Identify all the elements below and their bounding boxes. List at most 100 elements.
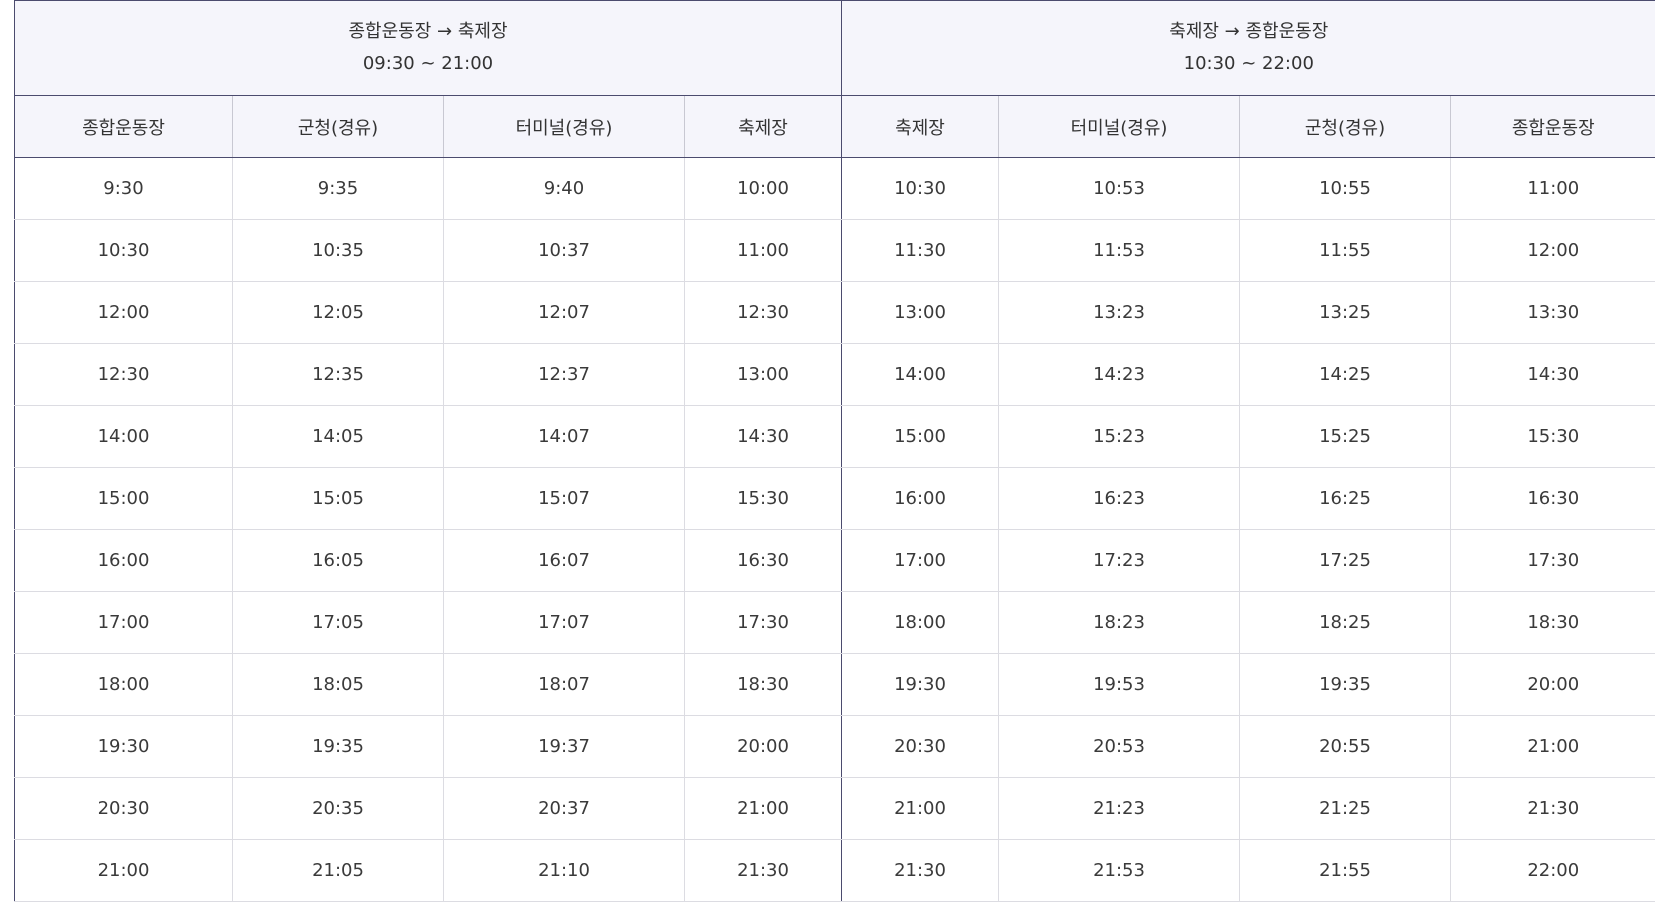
table-row: 20:30 20:35 20:37 21:00 21:00 21:23 21:25 21:30 <box>14 777 1655 840</box>
time-cell: 21:53 <box>998 839 1240 902</box>
time-cell: 20:00 <box>1450 653 1655 716</box>
direction-title: 종합운동장 → 축제장 <box>348 21 508 42</box>
time-cell: 17:05 <box>232 591 444 654</box>
time-cell: 16:25 <box>1239 467 1451 530</box>
time-cell: 19:35 <box>232 715 444 778</box>
time-cell: 14:25 <box>1239 343 1451 406</box>
time-cell: 13:00 <box>683 343 842 406</box>
direction-header-return: 축제장 → 종합운동장 10:30 ~ 22:00 <box>841 0 1655 96</box>
time-cell: 13:23 <box>998 281 1240 344</box>
table-row: 21:00 21:05 21:10 21:30 21:30 21:53 21:55 22:00 <box>14 839 1655 902</box>
time-cell: 10:55 <box>1239 157 1451 220</box>
column-header-row: 종합운동장 군청(경유) 터미널(경유) 축제장 축제장 터미널(경유) 군청(… <box>14 95 1655 158</box>
table-row: 17:00 17:05 17:07 17:30 18:00 18:23 18:25 18:30 <box>14 591 1655 654</box>
direction-title: 축제장 → 종합운동장 <box>1169 21 1329 42</box>
time-cell: 20:35 <box>232 777 444 840</box>
time-cell: 22:00 <box>1450 839 1655 902</box>
table-row: 15:00 15:05 15:07 15:30 16:00 16:23 16:25 16:30 <box>14 467 1655 530</box>
time-cell: 18:00 <box>841 591 999 654</box>
time-cell: 14:23 <box>998 343 1240 406</box>
time-cell: 21:00 <box>14 839 233 902</box>
table-row: 18:00 18:05 18:07 18:30 19:30 19:53 19:35 20:00 <box>14 653 1655 716</box>
time-cell: 13:00 <box>841 281 999 344</box>
time-cell: 18:30 <box>1450 591 1655 654</box>
shuttle-timetable-container: 종합운동장 → 축제장 09:30 ~ 21:00 축제장 → 종합운동장 10… <box>13 0 1655 902</box>
time-cell: 10:00 <box>683 157 842 220</box>
time-cell: 9:40 <box>443 157 685 220</box>
time-cell: 21:00 <box>841 777 999 840</box>
table-row: 12:30 12:35 12:37 13:00 14:00 14:23 14:25 14:30 <box>14 343 1655 406</box>
time-cell: 20:53 <box>998 715 1240 778</box>
column-header: 종합운동장 <box>1450 95 1655 158</box>
time-cell: 11:00 <box>1450 157 1655 220</box>
time-cell: 18:30 <box>683 653 842 716</box>
table-row: 19:30 19:35 19:37 20:00 20:30 20:53 20:55 21:00 <box>14 715 1655 778</box>
direction-time-range: 09:30 ~ 21:00 <box>362 53 494 74</box>
time-cell: 17:25 <box>1239 529 1451 592</box>
time-cell: 9:30 <box>14 157 233 220</box>
time-cell: 18:07 <box>443 653 685 716</box>
column-header: 축제장 <box>841 95 999 158</box>
time-cell: 12:35 <box>232 343 444 406</box>
time-cell: 12:00 <box>1450 219 1655 282</box>
time-cell: 19:30 <box>841 653 999 716</box>
time-cell: 17:30 <box>1450 529 1655 592</box>
time-cell: 15:23 <box>998 405 1240 468</box>
time-cell: 21:30 <box>841 839 999 902</box>
time-cell: 20:37 <box>443 777 685 840</box>
column-header: 터미널(경유) <box>443 95 685 158</box>
time-cell: 20:55 <box>1239 715 1451 778</box>
time-cell: 19:30 <box>14 715 233 778</box>
time-cell: 14:00 <box>14 405 233 468</box>
time-cell: 19:37 <box>443 715 685 778</box>
time-cell: 18:25 <box>1239 591 1451 654</box>
time-cell: 10:35 <box>232 219 444 282</box>
time-cell: 10:37 <box>443 219 685 282</box>
time-cell: 11:30 <box>841 219 999 282</box>
column-header: 터미널(경유) <box>998 95 1240 158</box>
time-cell: 21:00 <box>1450 715 1655 778</box>
time-cell: 16:00 <box>841 467 999 530</box>
time-cell: 11:00 <box>683 219 842 282</box>
shuttle-timetable: 종합운동장 → 축제장 09:30 ~ 21:00 축제장 → 종합운동장 10… <box>13 0 1655 902</box>
time-cell: 14:05 <box>232 405 444 468</box>
time-cell: 21:25 <box>1239 777 1451 840</box>
time-cell: 10:30 <box>14 219 233 282</box>
time-cell: 15:07 <box>443 467 685 530</box>
time-cell: 16:07 <box>443 529 685 592</box>
time-cell: 14:07 <box>443 405 685 468</box>
table-row: 12:00 12:05 12:07 12:30 13:00 13:23 13:25 13:30 <box>14 281 1655 344</box>
time-cell: 18:05 <box>232 653 444 716</box>
direction-time-range: 10:30 ~ 22:00 <box>1183 53 1314 74</box>
time-cell: 16:05 <box>232 529 444 592</box>
time-cell: 14:30 <box>1450 343 1655 406</box>
time-cell: 13:25 <box>1239 281 1451 344</box>
time-cell: 11:53 <box>998 219 1240 282</box>
direction-header-outbound: 종합운동장 → 축제장 09:30 ~ 21:00 <box>13 0 842 96</box>
time-cell: 21:10 <box>443 839 685 902</box>
time-cell: 14:00 <box>841 343 999 406</box>
time-cell: 9:35 <box>232 157 444 220</box>
table-row: 16:00 16:05 16:07 16:30 17:00 17:23 17:25 17:30 <box>14 529 1655 592</box>
time-cell: 16:30 <box>1450 467 1655 530</box>
table-row: 10:30 10:35 10:37 11:00 11:30 11:53 11:55 12:00 <box>14 219 1655 282</box>
time-cell: 17:30 <box>683 591 842 654</box>
column-header: 군청(경유) <box>1239 95 1451 158</box>
time-cell: 13:30 <box>1450 281 1655 344</box>
time-cell: 15:25 <box>1239 405 1451 468</box>
time-cell: 17:23 <box>998 529 1240 592</box>
time-cell: 15:30 <box>683 467 842 530</box>
direction-header-row: 종합운동장 → 축제장 09:30 ~ 21:00 축제장 → 종합운동장 10… <box>13 0 1655 96</box>
time-cell: 12:30 <box>14 343 233 406</box>
time-cell: 20:00 <box>683 715 842 778</box>
timetable-body: 9:30 9:35 9:40 10:00 10:30 10:53 10:55 11:00 10:… <box>14 157 1655 902</box>
time-cell: 17:07 <box>443 591 685 654</box>
time-cell: 12:30 <box>683 281 842 344</box>
time-cell: 21:05 <box>232 839 444 902</box>
time-cell: 21:30 <box>1450 777 1655 840</box>
time-cell: 18:23 <box>998 591 1240 654</box>
time-cell: 15:05 <box>232 467 444 530</box>
time-cell: 12:37 <box>443 343 685 406</box>
time-cell: 16:30 <box>683 529 842 592</box>
table-row: 9:30 9:35 9:40 10:00 10:30 10:53 10:55 11:00 <box>14 157 1655 220</box>
